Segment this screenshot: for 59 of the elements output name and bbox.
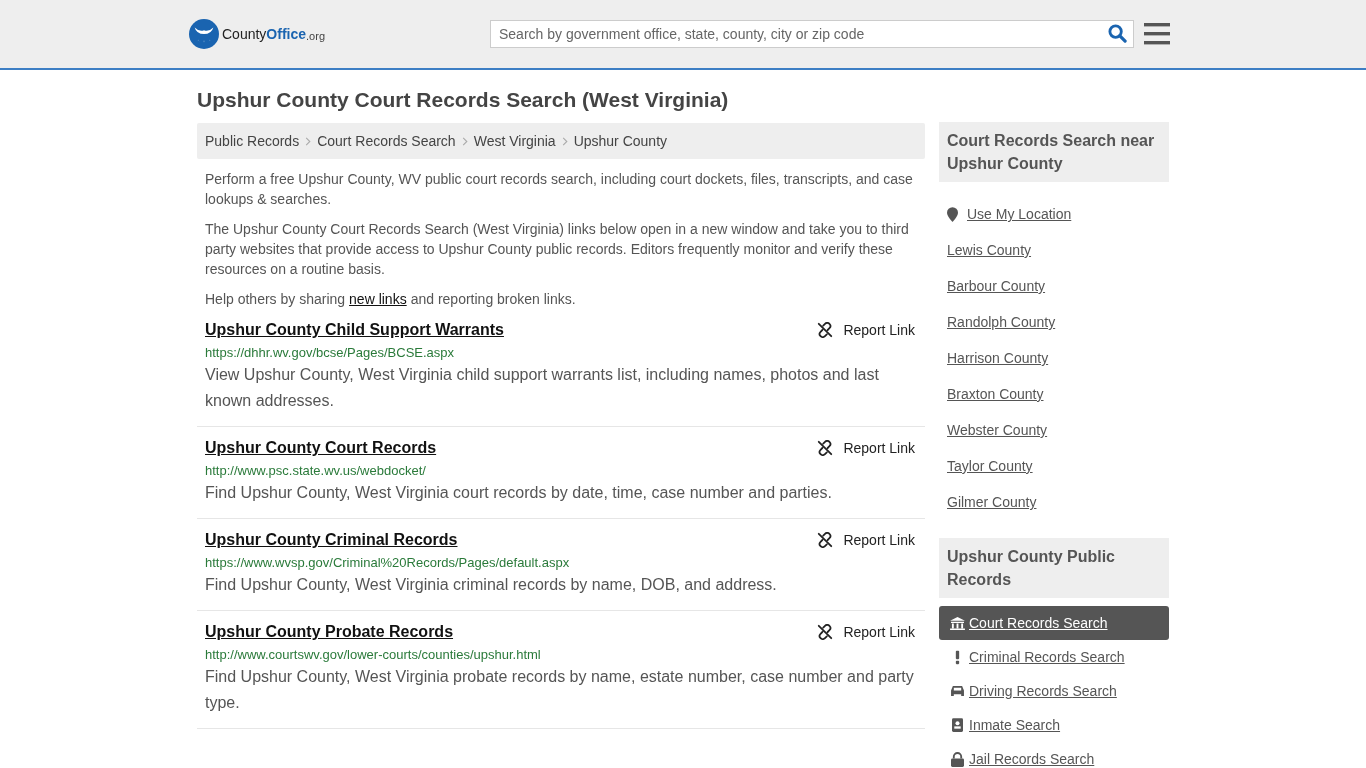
exclamation-icon	[954, 649, 960, 665]
record-description: Find Upshur County, West Virginia probate records by name, estate number, case number and party type.	[205, 667, 915, 713]
record-link-title[interactable]: Upshur County Probate Records	[205, 623, 454, 641]
record-url: https://dhhr.wv.gov/bcse/Pages/BCSE.aspx	[205, 345, 456, 360]
record-url: http://www.courtswv.gov/lower-courts/counties/upshur.html	[205, 647, 542, 662]
id-badge-icon	[951, 718, 963, 732]
lock-icon	[950, 751, 964, 767]
new-links-link[interactable]: new links	[349, 289, 407, 309]
courthouse-icon	[949, 616, 965, 630]
county-link[interactable]: Webster County	[947, 422, 1048, 438]
record-link-title[interactable]: Upshur County Child Support Warrants	[205, 321, 504, 339]
chevron-right-icon	[461, 136, 468, 146]
county-link[interactable]: Gilmer County	[947, 494, 1037, 510]
report-link-button[interactable]: Report Link	[817, 440, 915, 456]
broken-link-icon	[817, 624, 834, 640]
county-link[interactable]: Braxton County	[947, 386, 1044, 402]
broken-link-icon	[817, 440, 834, 456]
search-field[interactable]: Search by government office, state, county, city or zip code	[490, 20, 1134, 48]
county-link[interactable]: Lewis County	[947, 242, 1032, 258]
record-url: http://www.psc.state.wv.us/webdocket/	[205, 463, 427, 478]
share-note-text: Help others by sharing	[205, 290, 346, 309]
county-link[interactable]: Barbour County	[947, 278, 1046, 294]
broken-link-icon	[817, 532, 834, 548]
sidebar-heading: Upshur County Public Records	[939, 538, 1169, 598]
record-link-title[interactable]: Upshur County Criminal Records	[205, 531, 458, 549]
records-menu-item[interactable]: Criminal Records Search	[939, 640, 1169, 674]
intro-paragraph: Perform a free Upshur County, WV public court records search, including court dockets, files, transcripts, and case lookups & searches.	[205, 170, 914, 209]
sidebar-heading: Court Records Search near Upshur County	[939, 122, 1169, 182]
search-icon[interactable]	[1108, 24, 1127, 43]
breadcrumb-link[interactable]: Court Records Search	[317, 133, 456, 149]
chevron-right-icon	[561, 136, 568, 146]
county-link[interactable]: Taylor County	[947, 458, 1033, 474]
county-link[interactable]: Use My Location	[967, 206, 1072, 222]
county-link[interactable]: Harrison County	[947, 350, 1049, 366]
record-description: Find Upshur County, West Virginia criminal records by name, DOB, and address.	[205, 575, 778, 595]
record-url: https://www.wvsp.gov/Criminal%20Records/Pages/default.aspx	[205, 555, 571, 570]
report-link-button[interactable]: Report Link	[817, 624, 915, 640]
record-description: Find Upshur County, West Virginia court records by date, time, case number and parties.	[205, 483, 833, 503]
broken-link-icon	[817, 322, 834, 338]
records-menu-item[interactable]: Inmate Search	[939, 708, 1169, 742]
records-menu-item[interactable]: Driving Records Search	[939, 674, 1169, 708]
page-title: Upshur County Court Records Search (West Virginia)	[197, 88, 730, 112]
record-description: View Upshur County, West Virginia child support warrants list, including names, photos and last known addresses.	[205, 365, 880, 411]
map-pin-icon	[947, 206, 958, 222]
records-menu-item[interactable]: Jail Records Search	[939, 742, 1169, 768]
chevron-right-icon	[305, 136, 312, 146]
record-link-title[interactable]: Upshur County Court Records	[205, 439, 437, 457]
breadcrumb-link[interactable]: West Virginia	[473, 133, 556, 149]
report-link-button[interactable]: Report Link	[817, 322, 915, 338]
share-note-text: and reporting broken links.	[410, 290, 576, 309]
records-menu-item[interactable]: Court Records Search	[939, 606, 1169, 640]
site-logo[interactable]: CountyOffice.org	[189, 19, 490, 49]
county-link[interactable]: Randolph County	[947, 314, 1056, 330]
intro-paragraph: The Upshur County Court Records Search (West Virginia) links below open in a new window and take you to third party websites that provide access to Upshur County public records. Editors frequently monitor and verify these resources on a routine basis.	[205, 220, 910, 279]
report-link-button[interactable]: Report Link	[817, 532, 915, 548]
car-icon	[949, 685, 965, 697]
menu-icon[interactable]	[1144, 23, 1170, 45]
breadcrumb-link[interactable]: Upshur County	[573, 133, 668, 149]
breadcrumb-link[interactable]: Public Records	[205, 133, 300, 149]
